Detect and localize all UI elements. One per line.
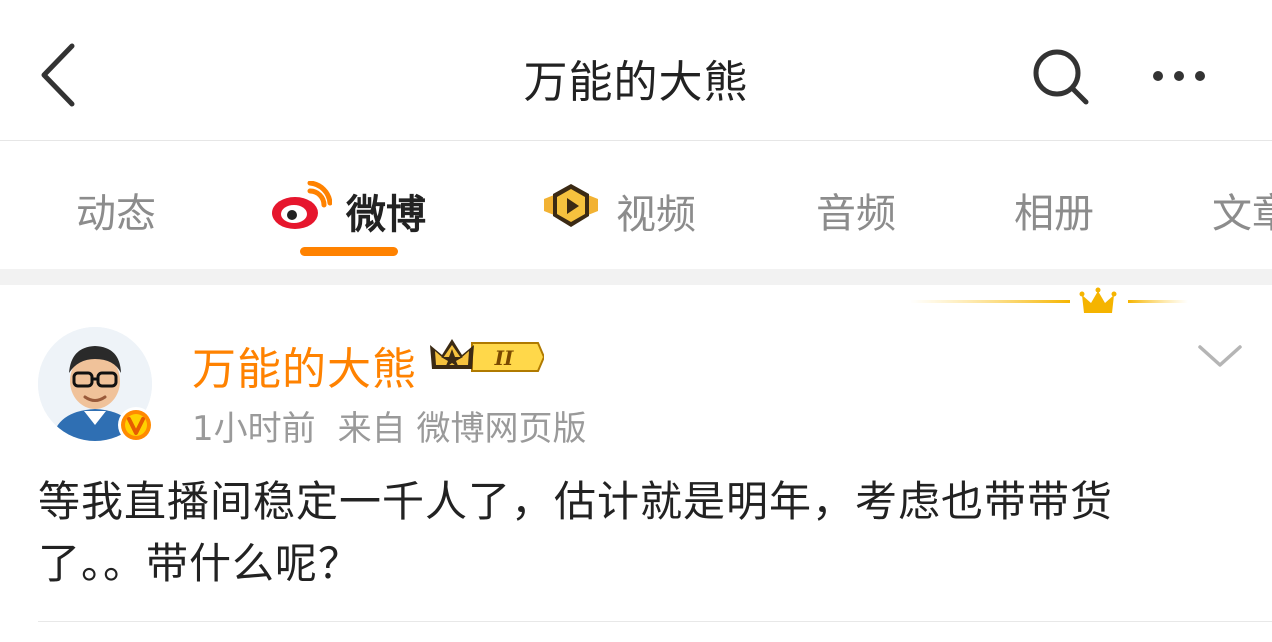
level-badge-text: II xyxy=(494,346,514,370)
tab-video[interactable]: 视频 xyxy=(540,181,696,241)
active-tab-indicator xyxy=(300,247,398,256)
chevron-down-icon[interactable] xyxy=(1196,341,1244,371)
tab-label: 微博 xyxy=(346,192,426,238)
tab-label: 音频 xyxy=(816,191,896,237)
weibo-logo-icon xyxy=(270,180,333,241)
post-card: 万能的大熊 II 1小时前 来自 微博网页版 等我直播间稳定一千人了，估计就是明年… xyxy=(0,285,1272,642)
member-crown-icon[interactable]: II xyxy=(428,335,546,379)
divider xyxy=(38,621,1272,622)
post-username[interactable]: 万能的大熊 xyxy=(192,333,417,397)
tab-album[interactable]: 相册 xyxy=(1014,181,1094,239)
tab-label: 相册 xyxy=(1014,191,1094,237)
tab-dynamic[interactable]: 动态 xyxy=(76,181,156,239)
top-bar: 万能的大熊 xyxy=(0,0,1272,141)
tab-article[interactable]: 文章 xyxy=(1212,181,1272,239)
video-play-icon xyxy=(540,181,602,241)
more-icon[interactable] xyxy=(1148,56,1210,96)
post-time: 1小时前 xyxy=(192,409,316,449)
tab-bar: 动态 微博 视频 音频 相册 文 xyxy=(0,141,1272,269)
tab-label: 动态 xyxy=(76,191,156,237)
search-icon[interactable] xyxy=(1030,46,1092,108)
tab-audio[interactable]: 音频 xyxy=(816,181,896,239)
crown-decoration-icon xyxy=(900,285,1200,325)
post-text: 等我直播间稳定一千人了，估计就是明年，考虑也带带货了。。带什么呢？ xyxy=(38,477,1114,588)
post-meta: 1小时前 来自 微博网页版 xyxy=(192,401,608,450)
verified-badge-icon xyxy=(116,405,156,445)
tab-label: 视频 xyxy=(616,192,696,238)
post-source[interactable]: 来自 微博网页版 xyxy=(338,409,587,449)
tab-label: 文章 xyxy=(1212,191,1272,237)
section-divider xyxy=(0,269,1272,285)
tab-weibo[interactable]: 微博 xyxy=(270,180,426,241)
